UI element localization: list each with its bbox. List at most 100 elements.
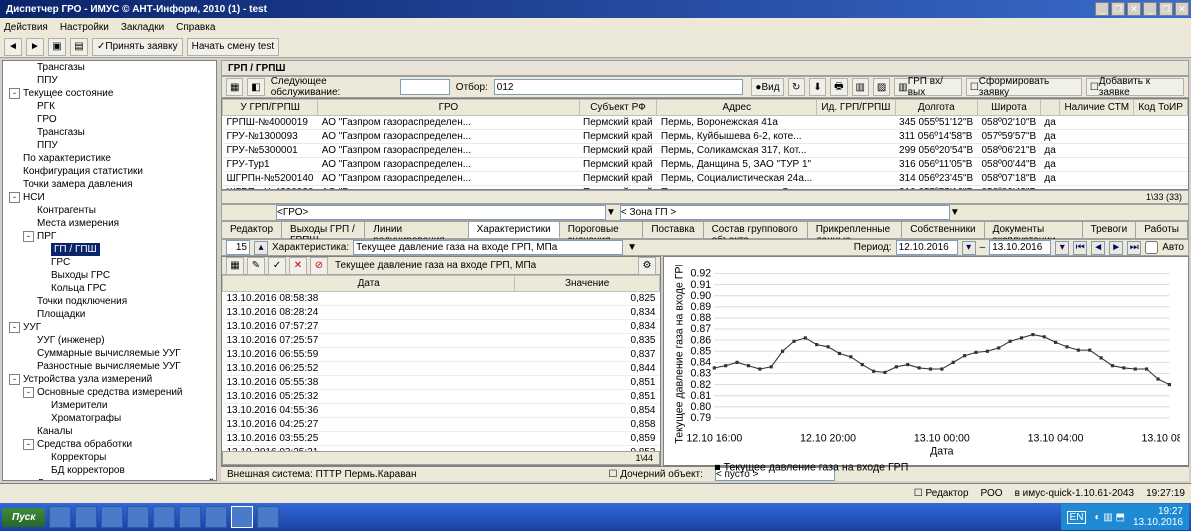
- table-cell[interactable]: [1134, 116, 1188, 130]
- tree-label[interactable]: По характеристике: [23, 153, 111, 164]
- table-cell[interactable]: 0,837: [515, 348, 660, 362]
- table-cell[interactable]: 0,859: [515, 432, 660, 446]
- tree-item[interactable]: Площадки: [3, 308, 216, 321]
- tree-label[interactable]: Трансгазы: [37, 127, 85, 138]
- val-header[interactable]: Значение: [515, 276, 660, 292]
- tree-label[interactable]: РГК: [37, 101, 55, 112]
- start-button[interactable]: Пуск: [2, 508, 45, 527]
- tree-item[interactable]: ГРС: [3, 256, 216, 269]
- table-row[interactable]: ГРПШ-№4000019АО "Газпром газораспределен…: [223, 116, 1188, 130]
- tree-item[interactable]: Дополнительные средства измерений: [3, 477, 216, 481]
- table-cell[interactable]: 13.10.2016 06:25:52: [223, 362, 515, 376]
- tree-item[interactable]: По характеристике: [3, 152, 216, 165]
- tree-item[interactable]: ППУ: [3, 74, 216, 87]
- table-cell[interactable]: ГРУ-№5300001: [223, 144, 318, 158]
- tree-item[interactable]: Трансгазы: [3, 61, 216, 74]
- spin-input[interactable]: [226, 240, 250, 255]
- accept-order-button[interactable]: ✓ Принять заявку: [92, 38, 183, 56]
- filter-input[interactable]: [494, 79, 744, 95]
- table-row[interactable]: ГРУ-№1300093АО "Газпром газораспределен.…: [223, 130, 1188, 144]
- cal-to-icon[interactable]: ▾: [1055, 241, 1069, 255]
- menu-settings[interactable]: Настройки: [60, 22, 109, 33]
- table-cell[interactable]: [817, 130, 895, 144]
- tab-9[interactable]: Документы эксплуатации: [985, 222, 1083, 238]
- table-row[interactable]: 13.10.2016 06:25:520,844: [223, 362, 660, 376]
- table-cell[interactable]: [1134, 172, 1188, 186]
- tree-expander-icon[interactable]: -: [23, 439, 34, 450]
- tree-item[interactable]: Измерители: [3, 399, 216, 412]
- table-row[interactable]: 13.10.2016 04:55:360,854: [223, 404, 660, 418]
- tab-10[interactable]: Тревоги: [1083, 222, 1137, 238]
- table-cell[interactable]: АО "Газпром газораспределен...: [318, 116, 579, 130]
- main-grid[interactable]: У ГРП/ГРПШГРОСубъект РФАдресИд. ГРП/ГРПШ…: [221, 98, 1189, 190]
- table-cell[interactable]: 058º06'21"В: [977, 144, 1040, 158]
- table-cell[interactable]: 13.10.2016 07:25:57: [223, 334, 515, 348]
- nav-next-icon[interactable]: ►: [1109, 241, 1123, 255]
- tree-item[interactable]: -Средства обработки: [3, 438, 216, 451]
- task-9[interactable]: [257, 506, 279, 528]
- tree-item[interactable]: Места измерения: [3, 217, 216, 230]
- nav-last-icon[interactable]: ⏭: [1127, 241, 1141, 255]
- tree-item[interactable]: БД корректоров: [3, 464, 216, 477]
- table-cell[interactable]: 13.10.2016 08:58:38: [223, 292, 515, 306]
- tree-label[interactable]: Точки замера давления: [23, 179, 133, 190]
- tree-label[interactable]: Текущее состояние: [23, 88, 113, 99]
- print-icon[interactable]: 🖶: [830, 78, 847, 96]
- table-cell[interactable]: 0,834: [515, 320, 660, 334]
- table-cell[interactable]: [1060, 116, 1134, 130]
- filter-icon-2[interactable]: ◧: [247, 78, 264, 96]
- tree-expander-icon[interactable]: -: [9, 88, 20, 99]
- tree-item[interactable]: Хроматографы: [3, 412, 216, 425]
- add-order-button[interactable]: ☐ Добавить к заявке: [1086, 78, 1184, 96]
- start-shift-button[interactable]: Начать смену test: [187, 38, 280, 56]
- table-cell[interactable]: да: [1040, 172, 1059, 186]
- tree-item[interactable]: Корректоры: [3, 451, 216, 464]
- table-cell[interactable]: [1060, 172, 1134, 186]
- tab-5[interactable]: Поставка: [643, 222, 703, 238]
- table-cell[interactable]: [1060, 130, 1134, 144]
- export-icon[interactable]: ⬇: [809, 78, 826, 96]
- table-cell[interactable]: 13.10.2016 08:28:24: [223, 306, 515, 320]
- val-del-icon[interactable]: ✕: [289, 257, 307, 275]
- table-cell[interactable]: 13.10.2016 06:55:59: [223, 348, 515, 362]
- table-cell[interactable]: Пермский край: [579, 130, 657, 144]
- table-cell[interactable]: Пермь, Соликамская 317, Кот...: [657, 144, 817, 158]
- tree-item[interactable]: РГК: [3, 100, 216, 113]
- table-cell[interactable]: 0,844: [515, 362, 660, 376]
- table-cell[interactable]: [1134, 158, 1188, 172]
- tab-3[interactable]: Характеристики: [469, 222, 560, 238]
- tree-item[interactable]: Каналы: [3, 425, 216, 438]
- minimize-button[interactable]: _: [1095, 2, 1109, 16]
- tree-label[interactable]: Площадки: [37, 309, 85, 320]
- table-cell[interactable]: [817, 144, 895, 158]
- tree-item[interactable]: Точки замера давления: [3, 178, 216, 191]
- table-row[interactable]: 13.10.2016 05:25:320,851: [223, 390, 660, 404]
- tree-item[interactable]: -Устройства узла измерений: [3, 373, 216, 386]
- tree-label[interactable]: Места измерения: [37, 218, 119, 229]
- table-cell[interactable]: 13.10.2016 07:57:27: [223, 320, 515, 334]
- table-cell[interactable]: 058º00'44"В: [977, 158, 1040, 172]
- table-cell[interactable]: 0,834: [515, 306, 660, 320]
- tree-label[interactable]: ГРО: [37, 114, 57, 125]
- val-opt-icon[interactable]: ⚙: [638, 257, 656, 275]
- tool-a-icon[interactable]: ▥: [852, 78, 869, 96]
- tree-label[interactable]: Точки подключения: [37, 296, 127, 307]
- grid-header[interactable]: Код ТоИР: [1134, 100, 1188, 116]
- cal-from-icon[interactable]: ▾: [962, 241, 976, 255]
- tab-0[interactable]: Редактор: [222, 222, 282, 238]
- tree-label[interactable]: Измерители: [51, 400, 107, 411]
- zone-select[interactable]: [620, 205, 950, 220]
- tab-6[interactable]: Состав группового объекта: [704, 222, 808, 238]
- grid-header[interactable]: Адрес: [657, 100, 817, 116]
- table-row[interactable]: 13.10.2016 03:55:250,859: [223, 432, 660, 446]
- tree-label[interactable]: Суммарные вычисляемые УУГ: [37, 348, 181, 359]
- table-cell[interactable]: Пермь, Данщина 5, ЗАО "ТУР 1": [657, 158, 817, 172]
- tab-11[interactable]: Работы: [1136, 222, 1188, 238]
- tree-label[interactable]: УУГ: [23, 322, 41, 333]
- table-row[interactable]: 13.10.2016 08:28:240,834: [223, 306, 660, 320]
- system-tray[interactable]: EN ◐ ▥ ⬒ 19:27 13.10.2016: [1061, 504, 1189, 530]
- nav-tree[interactable]: ТрансгазыППУ-Текущее состояниеРГКГРОТран…: [2, 60, 217, 481]
- gro-select[interactable]: [276, 205, 606, 220]
- table-row[interactable]: 13.10.2016 07:25:570,835: [223, 334, 660, 348]
- table-row[interactable]: ГРУ-Тур1АО "Газпром газораспределен...Пе…: [223, 158, 1188, 172]
